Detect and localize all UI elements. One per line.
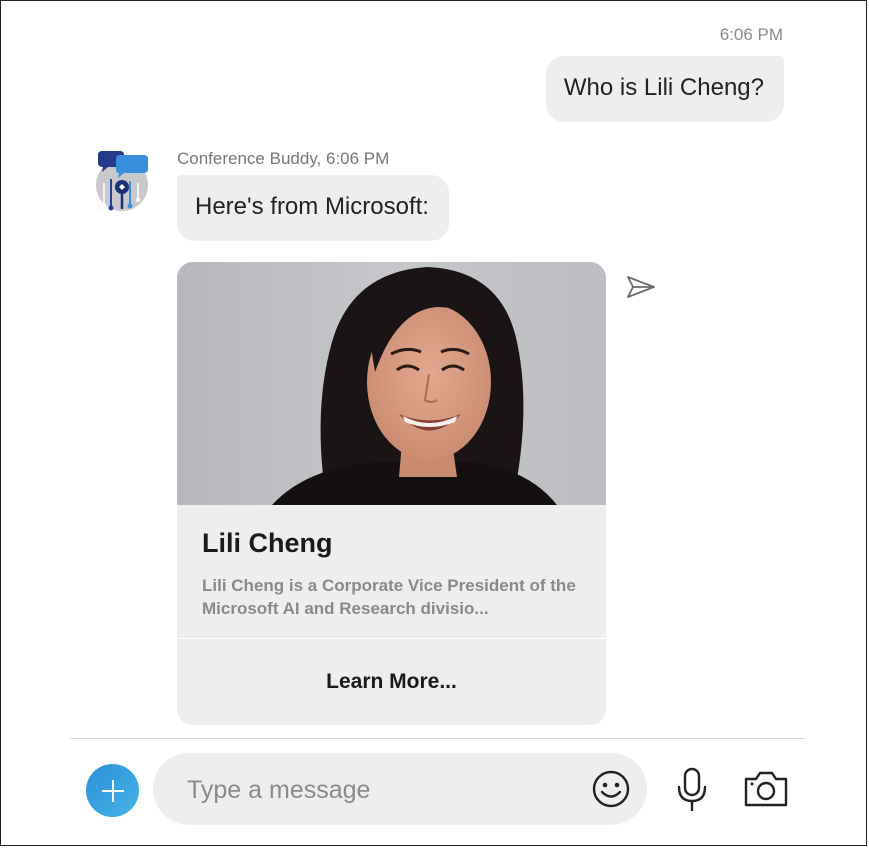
bot-avatar-icon <box>96 151 148 211</box>
bot-message-bubble: Here's from Microsoft: <box>177 175 449 241</box>
send-arrow-icon[interactable] <box>625 273 657 301</box>
card-portrait-image <box>177 262 606 505</box>
add-button[interactable] <box>86 764 139 817</box>
camera-icon[interactable] <box>743 770 789 808</box>
card-title: Lili Cheng <box>202 528 333 558</box>
microphone-icon[interactable] <box>674 767 710 813</box>
message-composer <box>153 753 647 827</box>
user-message-bubble: Who is Lili Cheng? <box>545 56 784 122</box>
hero-card: Lili Cheng Lili Cheng is a Corporate Vic… <box>177 262 606 725</box>
bot-sender-line: Conference Buddy, 6:06 PM <box>177 149 390 168</box>
plus-icon <box>101 779 124 802</box>
user-message-time: 6:06 PM <box>719 25 783 44</box>
chat-window: 6:06 PM Who is Lili Cheng? Conference Bu… <box>0 0 867 846</box>
message-input[interactable] <box>185 753 569 827</box>
smiley-icon[interactable] <box>591 769 631 809</box>
card-description: Lili Cheng is a Corporate Vice President… <box>202 576 576 618</box>
learn-more-button[interactable]: Learn More... <box>177 639 606 725</box>
composer-divider <box>70 738 805 739</box>
